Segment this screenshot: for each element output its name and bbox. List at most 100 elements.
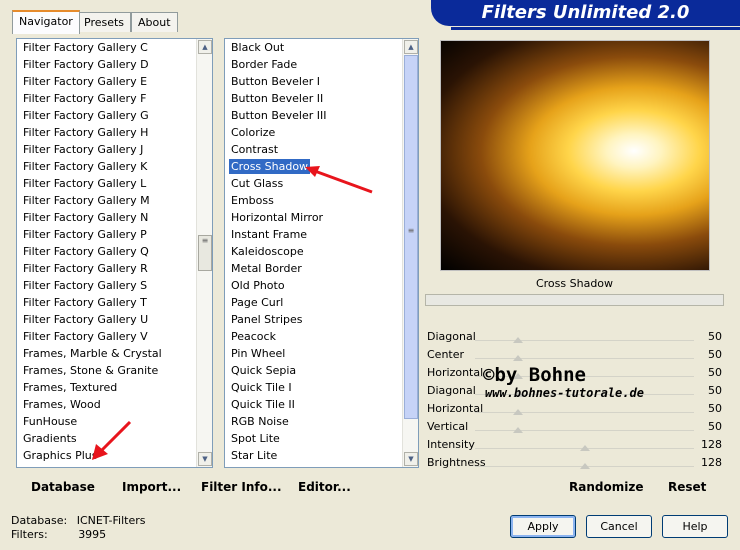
database-button[interactable]: Database: [31, 480, 95, 494]
list-item[interactable]: Filter Factory Gallery D: [17, 56, 212, 73]
import-button[interactable]: Import...: [122, 480, 181, 494]
preview-image: [440, 40, 710, 271]
list-item-label: Contrast: [231, 143, 279, 156]
list-item-label: Filter Factory Gallery E: [23, 75, 148, 88]
list-item[interactable]: Spot Lite: [225, 430, 418, 447]
list-item[interactable]: Old Photo: [225, 277, 418, 294]
list-item-label: Filter Factory Gallery Q: [23, 245, 149, 258]
list-item[interactable]: Button Beveler I: [225, 73, 418, 90]
parameter-slider[interactable]: [475, 412, 694, 413]
list-item[interactable]: Quick Sepia: [225, 362, 418, 379]
list-item-label: Border Fade: [231, 58, 298, 71]
parameter-slider[interactable]: [475, 430, 694, 431]
filter-scrollbar[interactable]: ▲ ≡ ▼: [402, 39, 418, 467]
list-item-label: Frames, Wood: [23, 398, 101, 411]
list-item[interactable]: Filter Factory Gallery P: [17, 226, 212, 243]
list-item[interactable]: Filter Factory Gallery F: [17, 90, 212, 107]
list-item-label: Frames, Textured: [23, 381, 118, 394]
list-item[interactable]: Button Beveler III: [225, 107, 418, 124]
list-item[interactable]: Filter Factory Gallery N: [17, 209, 212, 226]
list-item[interactable]: Filter Factory Gallery T: [17, 294, 212, 311]
list-item[interactable]: Contrast: [225, 141, 418, 158]
parameter-slider[interactable]: [475, 340, 694, 341]
list-item[interactable]: Frames, Stone & Granite: [17, 362, 212, 379]
help-button[interactable]: Help: [662, 515, 728, 538]
category-scrollbar[interactable]: ▲ ≡ ▼: [196, 39, 212, 467]
list-item[interactable]: Black Out: [225, 39, 418, 56]
scroll-down-icon[interactable]: ▼: [404, 452, 418, 466]
parameter-row[interactable]: Vertical 50: [425, 418, 724, 436]
list-item[interactable]: Horizontal Mirror: [225, 209, 418, 226]
slider-knob-icon[interactable]: [512, 427, 523, 433]
parameter-row[interactable]: Diagonal 50: [425, 328, 724, 346]
parameter-value: 50: [708, 384, 722, 397]
watermark-url: www.bohnes-tutorale.de: [485, 386, 644, 400]
parameter-row[interactable]: Intensity 128: [425, 436, 724, 454]
parameter-row[interactable]: Center 50: [425, 346, 724, 364]
filter-info-button[interactable]: Filter Info...: [201, 480, 282, 494]
list-item[interactable]: Quick Tile I: [225, 379, 418, 396]
scroll-thumb[interactable]: ≡: [404, 55, 418, 419]
list-item[interactable]: Filter Factory Gallery E: [17, 73, 212, 90]
list-item[interactable]: Filter Factory Gallery U: [17, 311, 212, 328]
scroll-up-icon[interactable]: ▲: [404, 40, 418, 54]
list-item[interactable]: Peacock: [225, 328, 418, 345]
parameter-value: 128: [701, 456, 722, 469]
tab-presets[interactable]: Presets: [77, 12, 132, 32]
apply-button[interactable]: Apply: [510, 515, 576, 538]
list-item[interactable]: Colorize: [225, 124, 418, 141]
list-item[interactable]: Filter Factory Gallery C: [17, 39, 212, 56]
parameter-row[interactable]: Brightness 128: [425, 454, 724, 472]
list-item-label: Kaleidoscope: [231, 245, 304, 258]
tab-about[interactable]: About: [131, 12, 178, 32]
list-item[interactable]: Filter Factory Gallery S: [17, 277, 212, 294]
list-item-label: Filter Factory Gallery F: [23, 92, 147, 105]
scroll-down-icon[interactable]: ▼: [198, 452, 212, 466]
randomize-button[interactable]: Randomize: [569, 480, 643, 494]
list-item[interactable]: Panel Stripes: [225, 311, 418, 328]
list-item-label: RGB Noise: [231, 415, 289, 428]
reset-button[interactable]: Reset: [668, 480, 706, 494]
list-item[interactable]: Frames, Textured: [17, 379, 212, 396]
tab-navigator[interactable]: Navigator: [12, 10, 80, 34]
slider-knob-icon[interactable]: [579, 445, 590, 451]
scroll-up-icon[interactable]: ▲: [198, 40, 212, 54]
cancel-button[interactable]: Cancel: [586, 515, 652, 538]
scroll-thumb[interactable]: ≡: [198, 235, 212, 271]
list-item[interactable]: Button Beveler II: [225, 90, 418, 107]
list-item[interactable]: Border Fade: [225, 56, 418, 73]
list-item[interactable]: Page Curl: [225, 294, 418, 311]
list-item[interactable]: Filter Factory Gallery K: [17, 158, 212, 175]
slider-knob-icon[interactable]: [512, 409, 523, 415]
list-item[interactable]: Frames, Marble & Crystal: [17, 345, 212, 362]
preview-scrollbar[interactable]: [425, 294, 724, 306]
slider-knob-icon[interactable]: [512, 355, 523, 361]
parameter-slider[interactable]: [475, 358, 694, 359]
slider-knob-icon[interactable]: [512, 337, 523, 343]
list-item[interactable]: Instant Frame: [225, 226, 418, 243]
list-item[interactable]: RGB Noise: [225, 413, 418, 430]
filter-list[interactable]: Black Out Border Fade Button Beveler I Butt…: [224, 38, 419, 468]
list-item[interactable]: Frames, Wood: [17, 396, 212, 413]
filters-label: Filters:: [11, 528, 48, 541]
slider-knob-icon[interactable]: [579, 463, 590, 469]
list-item[interactable]: Star Lite: [225, 447, 418, 464]
list-item[interactable]: Quick Tile II: [225, 396, 418, 413]
list-item-label: Filter Factory Gallery C: [23, 41, 148, 54]
list-item[interactable]: Filter Factory Gallery J: [17, 141, 212, 158]
list-item-label: Frames, Marble & Crystal: [23, 347, 162, 360]
list-item[interactable]: Filter Factory Gallery M: [17, 192, 212, 209]
list-item[interactable]: Filter Factory Gallery G: [17, 107, 212, 124]
list-item[interactable]: Pin Wheel: [225, 345, 418, 362]
list-item-label: Black Out: [231, 41, 285, 54]
parameter-row[interactable]: Horizontal 50: [425, 400, 724, 418]
list-item[interactable]: Filter Factory Gallery V: [17, 328, 212, 345]
editor-button[interactable]: Editor...: [298, 480, 351, 494]
list-item[interactable]: Metal Border: [225, 260, 418, 277]
list-item[interactable]: Filter Factory Gallery R: [17, 260, 212, 277]
category-list[interactable]: Filter Factory Gallery C Filter Factory G…: [16, 38, 213, 468]
list-item[interactable]: Filter Factory Gallery H: [17, 124, 212, 141]
list-item[interactable]: Kaleidoscope: [225, 243, 418, 260]
list-item[interactable]: Filter Factory Gallery Q: [17, 243, 212, 260]
list-item[interactable]: Filter Factory Gallery L: [17, 175, 212, 192]
